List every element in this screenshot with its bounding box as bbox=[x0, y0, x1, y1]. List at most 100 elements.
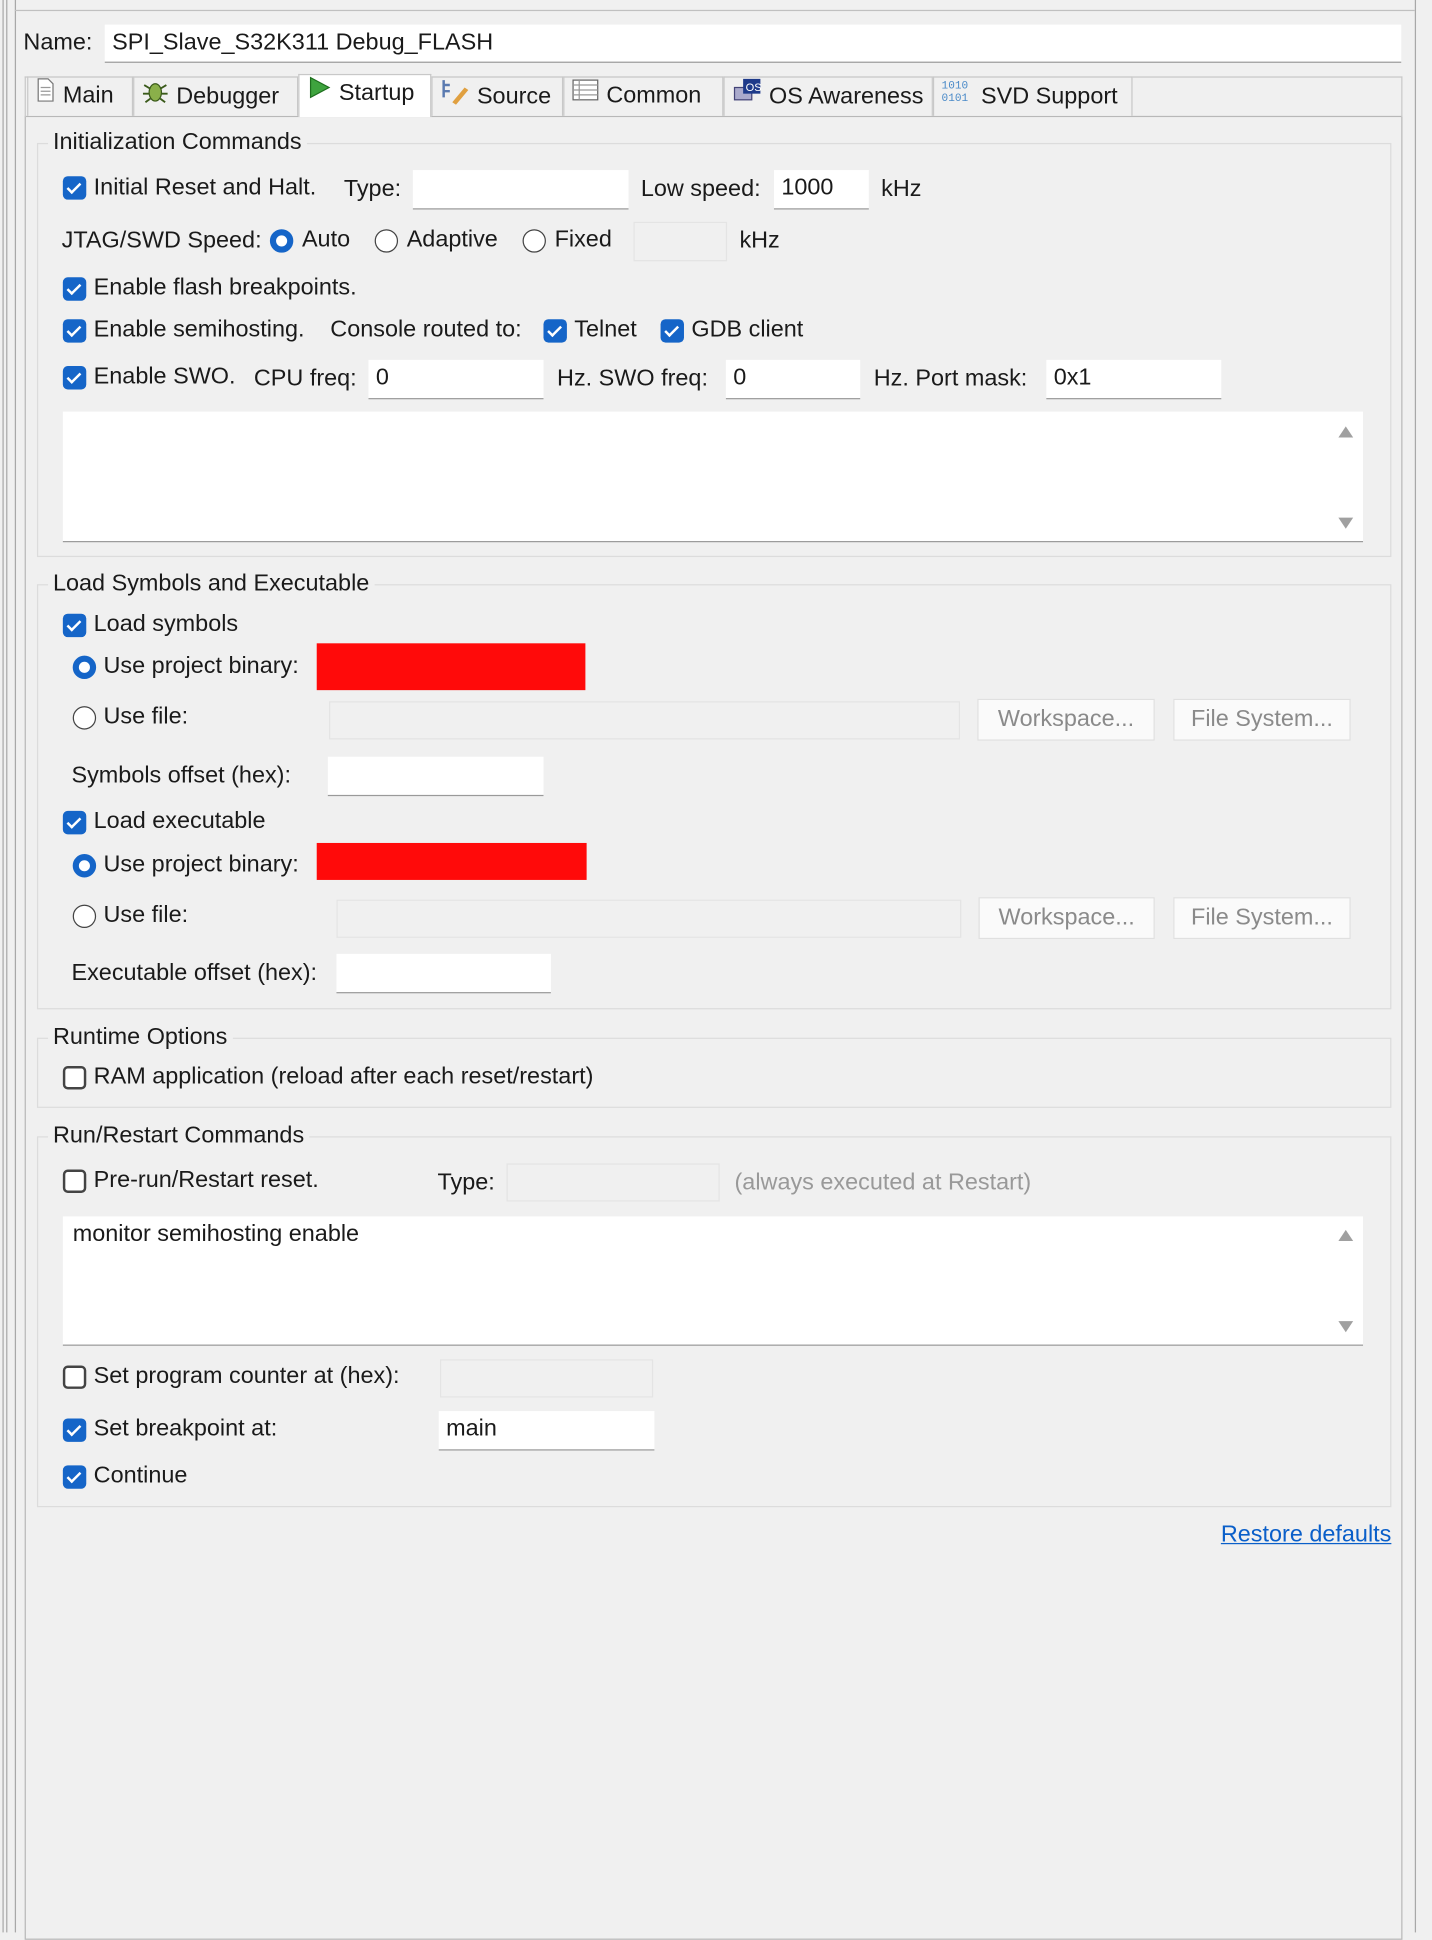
set-pc-checkbox[interactable] bbox=[62, 1365, 87, 1389]
telnet-label: Telnet bbox=[574, 316, 637, 343]
exec-file-system-button[interactable]: File System... bbox=[1173, 897, 1351, 940]
load-executable-checkbox[interactable] bbox=[62, 810, 87, 835]
tab-main[interactable]: Main bbox=[27, 76, 134, 116]
speed-auto-radio[interactable] bbox=[269, 229, 294, 253]
scroll-up-icon[interactable] bbox=[1338, 1229, 1354, 1242]
play-icon bbox=[307, 75, 332, 112]
console-routed-label: Console routed to: bbox=[330, 316, 522, 343]
window-border bbox=[2, 0, 4, 1933]
semihosting-label: Enable semihosting. bbox=[93, 316, 305, 343]
set-pc-input[interactable] bbox=[439, 1359, 654, 1398]
tab-debugger[interactable]: Debugger bbox=[133, 76, 299, 117]
flash-breakpoints-checkbox[interactable] bbox=[62, 277, 87, 301]
set-pc-label: Set program counter at (hex): bbox=[93, 1363, 400, 1389]
tab-startup[interactable]: Startup bbox=[298, 73, 432, 118]
os-icon: OS bbox=[732, 78, 762, 117]
gdb-client-checkbox[interactable] bbox=[660, 319, 684, 343]
low-speed-input[interactable]: 1000 bbox=[773, 170, 869, 210]
table-icon bbox=[572, 78, 599, 115]
symbols-offset-input[interactable] bbox=[327, 756, 544, 797]
load-symbols-label: Load symbols bbox=[93, 611, 239, 638]
init-commands-textarea[interactable] bbox=[62, 411, 1364, 543]
init-commands-title: Initialization Commands bbox=[48, 129, 307, 157]
speed-adaptive-radio[interactable] bbox=[374, 229, 399, 253]
cpu-freq-input[interactable]: 0 bbox=[368, 359, 544, 400]
speed-adaptive-label: Adaptive bbox=[406, 226, 498, 253]
port-mask-input[interactable]: 0x1 bbox=[1046, 359, 1222, 400]
symbols-project-binary-label: Use project binary: bbox=[103, 653, 299, 680]
set-breakpoint-checkbox[interactable] bbox=[62, 1418, 87, 1442]
run-commands-text: monitor semihosting enable bbox=[72, 1221, 360, 1248]
low-speed-label: Low speed: bbox=[640, 176, 761, 203]
window-border bbox=[6, 0, 8, 1933]
pre-run-reset-label: Pre-run/Restart reset. bbox=[93, 1167, 319, 1193]
run-type-input[interactable] bbox=[506, 1163, 720, 1202]
name-input[interactable]: SPI_Slave_S32K311 Debug_FLASH bbox=[104, 24, 1402, 63]
exec-project-binary-label: Use project binary: bbox=[103, 851, 299, 878]
initial-reset-label: Initial Reset and Halt. bbox=[93, 175, 317, 201]
symbols-project-binary-radio[interactable] bbox=[72, 655, 97, 680]
redacted-binary-name bbox=[316, 842, 587, 880]
ram-application-checkbox[interactable] bbox=[62, 1066, 87, 1090]
tab-label: Debugger bbox=[176, 83, 280, 110]
fixed-speed-input[interactable] bbox=[633, 221, 728, 262]
swo-checkbox[interactable] bbox=[62, 366, 87, 390]
speed-fixed-label: Fixed bbox=[554, 226, 612, 253]
semihosting-checkbox[interactable] bbox=[62, 319, 87, 343]
svg-text:1010: 1010 bbox=[942, 81, 969, 93]
exec-file-input[interactable] bbox=[336, 899, 962, 938]
continue-checkbox[interactable] bbox=[62, 1465, 87, 1489]
speed-fixed-radio[interactable] bbox=[522, 229, 546, 253]
swo-freq-input[interactable]: 0 bbox=[725, 359, 861, 400]
tab-label: Common bbox=[606, 82, 702, 109]
exec-project-binary-radio[interactable] bbox=[72, 854, 97, 878]
scroll-down-icon[interactable] bbox=[1338, 1321, 1354, 1333]
init-type-input[interactable] bbox=[412, 170, 629, 210]
tab-common[interactable]: Common bbox=[563, 76, 724, 116]
tab-source[interactable]: Source bbox=[431, 76, 564, 117]
run-commands-textarea[interactable]: monitor semihosting enable bbox=[62, 1216, 1364, 1346]
pre-run-reset-checkbox[interactable] bbox=[62, 1169, 87, 1193]
load-group bbox=[36, 584, 1392, 1010]
exec-workspace-button[interactable]: Workspace... bbox=[978, 897, 1155, 940]
symbols-use-file-radio[interactable] bbox=[72, 706, 97, 730]
scroll-down-icon[interactable] bbox=[1338, 517, 1354, 529]
exec-use-file-radio[interactable] bbox=[72, 904, 97, 928]
jtag-speed-label: JTAG/SWD Speed: bbox=[61, 227, 262, 254]
scroll-up-icon[interactable] bbox=[1338, 426, 1354, 438]
type-label: Type: bbox=[343, 176, 402, 203]
symbols-file-input[interactable] bbox=[329, 701, 961, 740]
redacted-binary-name bbox=[316, 643, 586, 691]
set-breakpoint-input[interactable]: main bbox=[438, 1411, 655, 1451]
load-symbols-checkbox[interactable] bbox=[62, 613, 87, 638]
svg-text:OS: OS bbox=[746, 82, 762, 94]
tab-label: OS Awareness bbox=[769, 83, 924, 110]
initial-reset-checkbox[interactable] bbox=[62, 176, 87, 200]
executable-offset-input[interactable] bbox=[336, 953, 551, 994]
tab-label: SVD Support bbox=[980, 83, 1118, 110]
port-mask-label: Hz. Port mask: bbox=[873, 366, 1028, 392]
load-group-title: Load Symbols and Executable bbox=[48, 570, 375, 598]
tab-os-awareness[interactable]: OS OS Awareness bbox=[723, 76, 933, 117]
exec-use-file-label: Use file: bbox=[103, 902, 189, 928]
tab-svd-support[interactable]: 1010 0101 SVD Support bbox=[932, 76, 1133, 117]
name-label: Name: bbox=[23, 29, 93, 56]
launch-config-startup-page: Name: SPI_Slave_S32K311 Debug_FLASH Main… bbox=[0, 0, 1432, 1940]
frame-top bbox=[14, 9, 1415, 12]
symbols-use-file-label: Use file: bbox=[103, 703, 189, 730]
continue-label: Continue bbox=[93, 1462, 188, 1489]
restore-defaults-link[interactable]: Restore defaults bbox=[1221, 1522, 1392, 1549]
bug-icon bbox=[142, 78, 169, 117]
source-icon bbox=[440, 78, 470, 117]
binary-icon: 1010 0101 bbox=[942, 78, 974, 117]
telnet-checkbox[interactable] bbox=[543, 319, 567, 343]
khz-label: kHz bbox=[739, 227, 780, 254]
flash-breakpoints-label: Enable flash breakpoints. bbox=[93, 274, 357, 301]
document-icon bbox=[36, 78, 56, 115]
runtime-group-title: Runtime Options bbox=[48, 1024, 233, 1052]
symbols-file-system-button[interactable]: File System... bbox=[1173, 698, 1351, 741]
symbols-workspace-button[interactable]: Workspace... bbox=[977, 698, 1155, 741]
window-border bbox=[14, 0, 17, 1933]
khz-label: kHz bbox=[881, 176, 922, 203]
cpu-freq-label: CPU freq: bbox=[253, 366, 357, 392]
